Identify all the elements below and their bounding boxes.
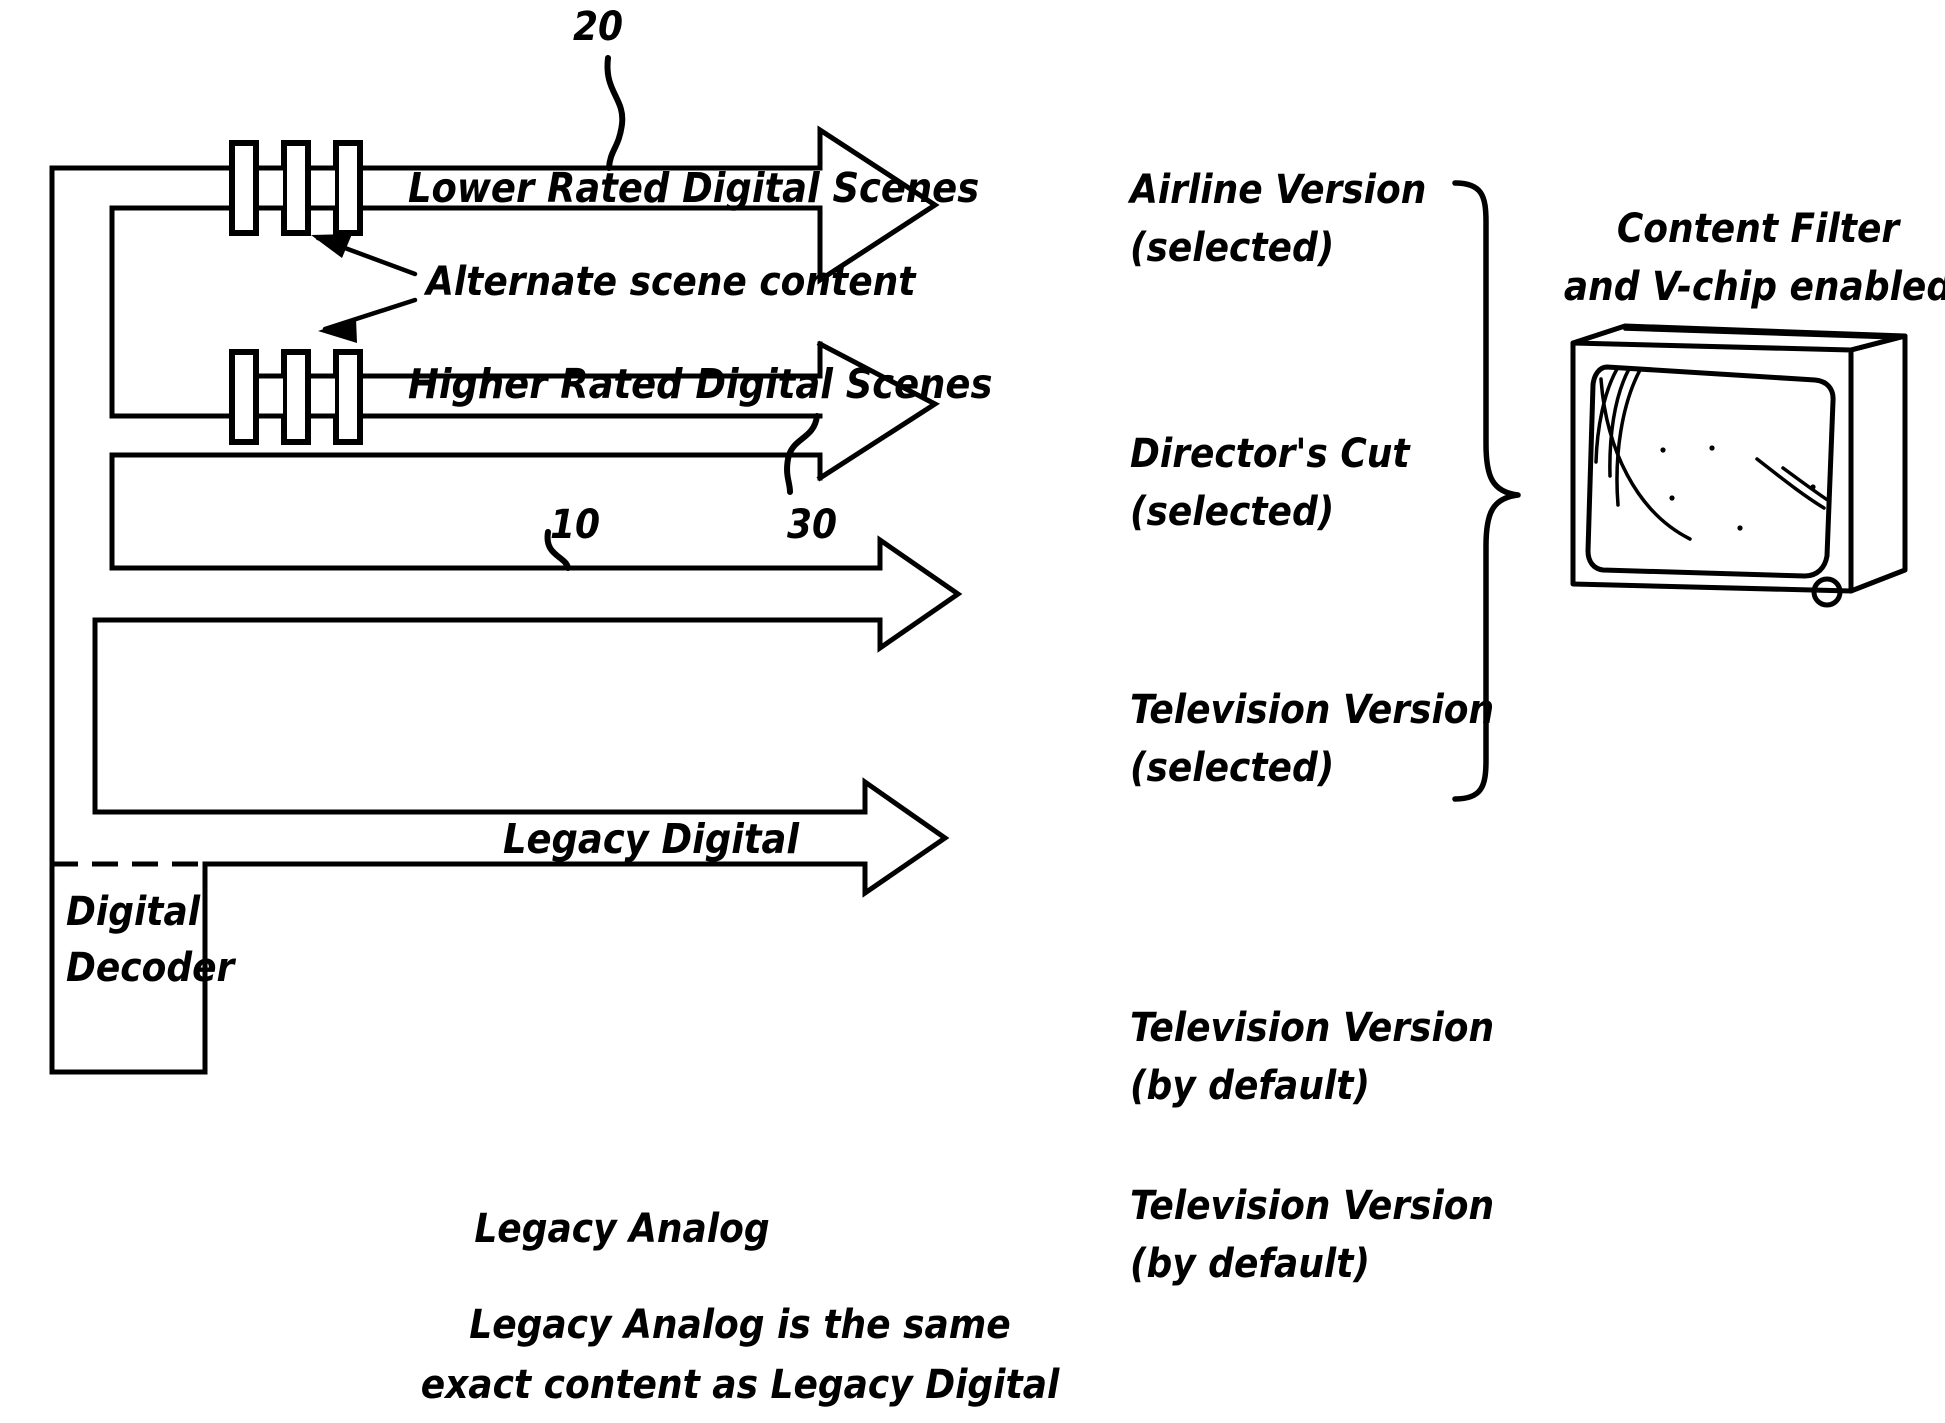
scene-segment <box>333 349 363 445</box>
scene-segment <box>281 349 311 445</box>
tv-reflection-streak-1 <box>1755 457 1826 510</box>
segment-gap-mask <box>311 378 335 414</box>
scene-segment <box>229 349 259 445</box>
output-label-tv-selected-line2: (selected) <box>1130 745 1334 791</box>
output-label-legacy-digital-line1: Television Version <box>1130 1005 1494 1051</box>
output-label-directors-line1: Director's Cut <box>1130 431 1411 477</box>
figure-svg: Lower Rated Digital Scenes 20 Alternate … <box>49 4 1945 1408</box>
branch-line-3 <box>92 617 883 815</box>
branch-line-4 <box>202 861 868 1073</box>
callout-alternate-scene-content <box>311 234 418 343</box>
scene-segment <box>333 140 363 236</box>
tv-caption-line2: and V-chip enabled <box>1564 264 1945 310</box>
scene-segment <box>229 140 259 236</box>
callout-text: Alternate scene content <box>423 259 917 305</box>
segment-gap-mask <box>311 170 335 206</box>
arrow3-head <box>877 535 963 653</box>
leader-line-20 <box>604 55 626 171</box>
output-label-legacy-analog-line2: (by default) <box>1130 1241 1370 1287</box>
crt-television-icon <box>1570 323 1908 608</box>
arrow-television-version-selected <box>92 535 963 653</box>
arrow4-head <box>862 777 950 898</box>
output-label-legacy-digital-line2: (by default) <box>1130 1063 1370 1109</box>
tv-reflection-arc-4 <box>1599 377 1692 541</box>
tv-speckle <box>1737 525 1743 531</box>
reference-numeral-20: 20 <box>573 4 623 50</box>
output-label-tv-selected-line1: Television Version <box>1130 687 1494 733</box>
reference-numeral-30: 30 <box>787 502 837 548</box>
output-label-airline-line1: Airline Version <box>1127 167 1426 213</box>
patent-figure-canvas: Lower Rated Digital Scenes 20 Alternate … <box>0 0 1945 1423</box>
output-label-airline-line2: (selected) <box>1130 225 1334 271</box>
tv-speckle <box>1660 447 1666 453</box>
segment-gap-mask <box>259 170 283 206</box>
output-label-directors-line2: (selected) <box>1130 489 1334 535</box>
tv-speckle <box>1709 445 1715 451</box>
arrow1-shaft-label: Lower Rated Digital Scenes <box>408 164 979 212</box>
tv-caption-line1: Content Filter <box>1617 206 1902 252</box>
decoder-label-line1: Digital <box>66 889 201 935</box>
tv-speckle <box>1669 495 1675 501</box>
scene-segment <box>281 140 311 236</box>
output-label-legacy-analog-line1: Television Version <box>1130 1183 1494 1229</box>
decoder-label-line2: Decoder <box>66 945 237 991</box>
legacy-analog-note-line1: Legacy Analog is the same <box>469 1302 1010 1348</box>
segment-gap-mask <box>259 378 283 414</box>
callout-arrow-1-head <box>311 234 352 258</box>
legacy-analog-note-line2: exact content as Legacy Digital <box>421 1362 1060 1408</box>
callout-arrow-2-head <box>318 318 357 343</box>
reference-numeral-10: 10 <box>550 502 600 548</box>
tv-right-face <box>1848 333 1908 594</box>
arrow4-shaft-label: Legacy Digital <box>503 815 800 863</box>
legacy-analog-label: Legacy Analog <box>474 1206 769 1252</box>
tv-speckle <box>1810 484 1816 490</box>
branch-line-2 <box>109 452 883 571</box>
arrow2-shaft-label: Higher Rated Digital Scenes <box>408 360 992 408</box>
